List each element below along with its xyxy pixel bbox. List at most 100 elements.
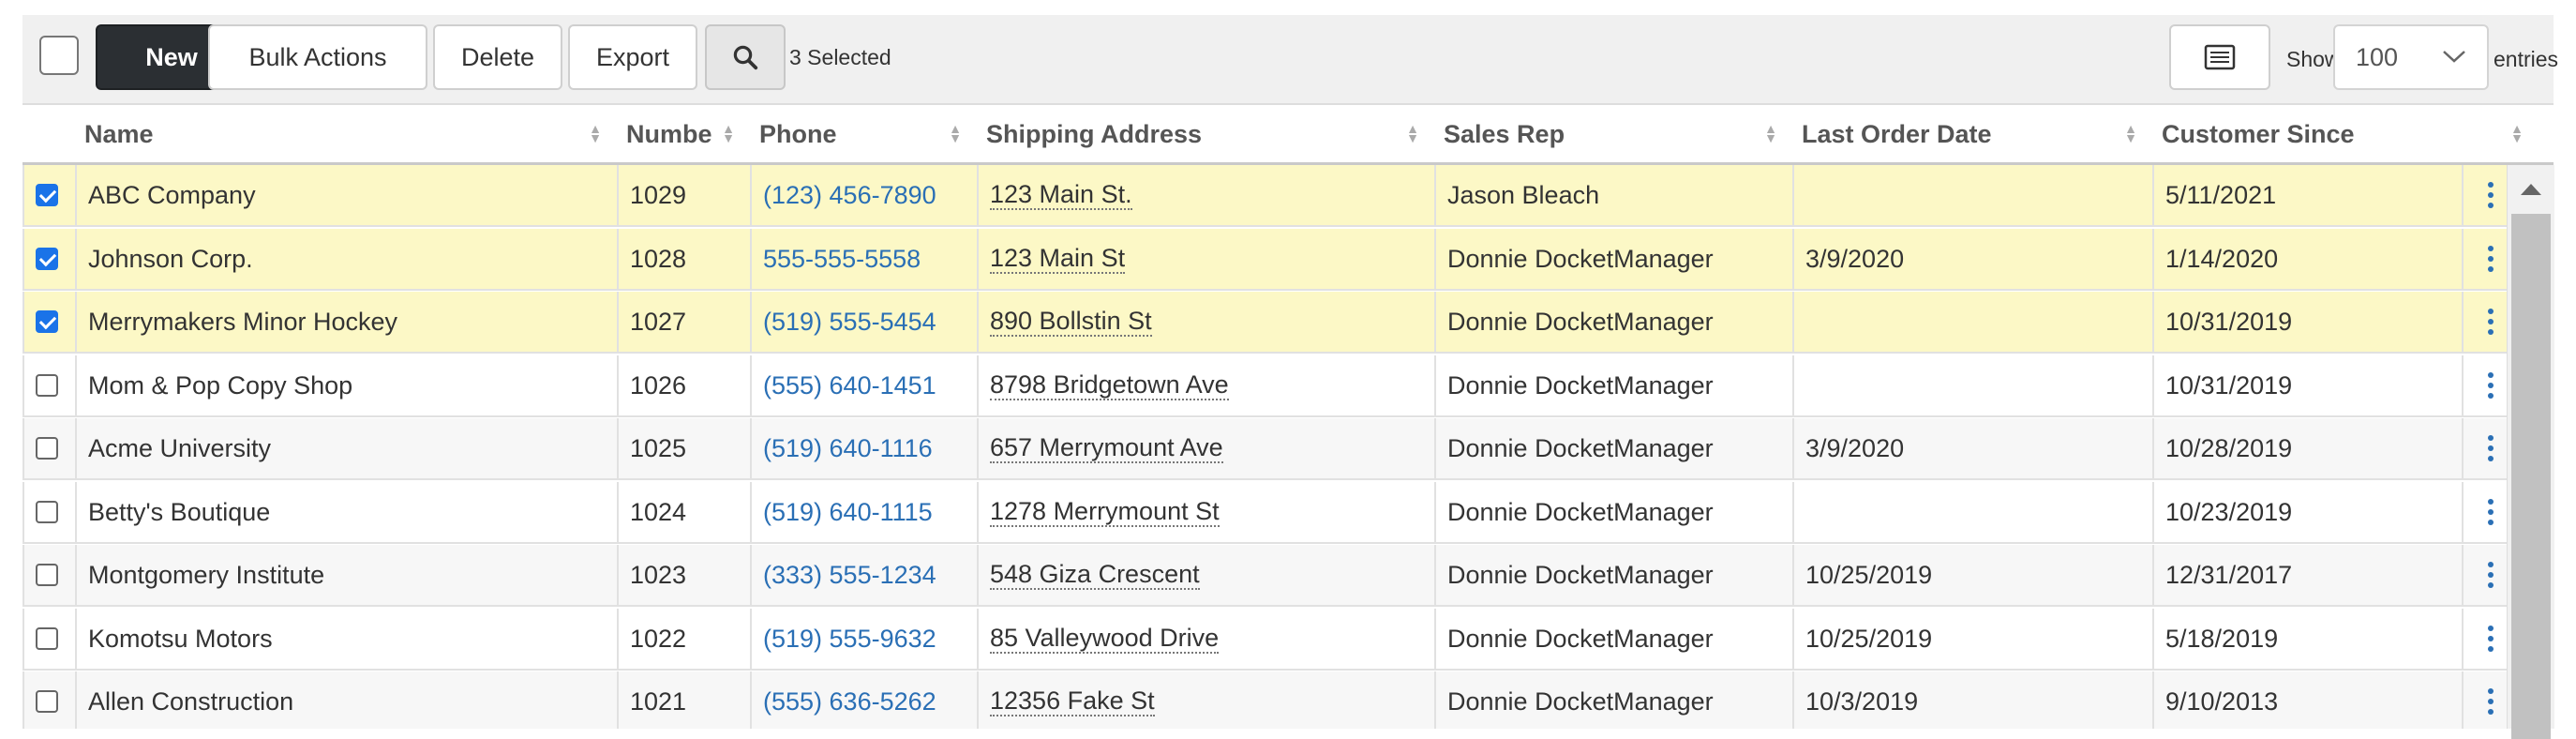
- cell-last: 10/3/2019: [1805, 686, 1919, 716]
- row-checkbox[interactable]: [36, 184, 58, 206]
- shipping-address-link[interactable]: 548 Giza Crescent: [990, 560, 1200, 590]
- phone-link[interactable]: (333) 555-1234: [763, 561, 936, 590]
- phone-link[interactable]: (519) 555-5454: [763, 308, 936, 337]
- cell-since: 10/23/2019: [2152, 482, 2507, 542]
- cell-phone: (555) 640-1451: [750, 355, 977, 415]
- row-checkbox[interactable]: [36, 437, 58, 460]
- phone-link[interactable]: (519) 640-1115: [763, 498, 933, 527]
- phone-link[interactable]: (555) 640-1451: [763, 371, 936, 400]
- phone-link[interactable]: 555-555-5558: [763, 245, 921, 274]
- cell-since: 12/31/2017: [2165, 560, 2293, 589]
- cell-address: 548 Giza Crescent: [977, 545, 1434, 605]
- table-row[interactable]: Betty's Boutique 1024 (519) 640-1115 1278 M…: [22, 482, 2507, 544]
- row-checkbox[interactable]: [36, 248, 58, 270]
- kebab-menu-icon[interactable]: [2488, 309, 2494, 335]
- cell-number: 1026: [617, 355, 750, 415]
- sort-icon: ▲ ▼: [589, 121, 602, 145]
- kebab-menu-icon[interactable]: [2488, 372, 2494, 399]
- table-row[interactable]: Allen Construction 1021 (555) 636-5262 1235…: [22, 671, 2507, 729]
- column-header-sales-rep[interactable]: Sales Rep ▲ ▼: [1432, 105, 1790, 163]
- cell-last: 10/25/2019: [1792, 545, 2152, 605]
- cell-name: Mom & Pop Copy Shop: [75, 355, 617, 415]
- delete-button[interactable]: Delete: [433, 24, 562, 90]
- shipping-address-link[interactable]: 1278 Merrymount St: [990, 497, 1220, 527]
- row-checkbox-cell: [24, 482, 75, 542]
- shipping-address-link[interactable]: 123 Main St.: [990, 180, 1132, 210]
- select-all-checkbox[interactable]: [39, 36, 79, 75]
- cell-since: 5/18/2019: [2152, 609, 2507, 669]
- table-row[interactable]: Acme University 1025 (519) 640-1116 657 Mer…: [22, 418, 2507, 480]
- row-checkbox-cell: [24, 609, 75, 669]
- cell-since: 1/14/2020: [2165, 244, 2279, 273]
- table-row[interactable]: Mom & Pop Copy Shop 1026 (555) 640-1451 879…: [22, 355, 2507, 417]
- row-checkbox[interactable]: [36, 690, 58, 713]
- row-checkbox[interactable]: [36, 310, 58, 333]
- kebab-menu-icon[interactable]: [2488, 435, 2494, 461]
- row-checkbox[interactable]: [36, 564, 58, 586]
- row-checkbox[interactable]: [36, 627, 58, 650]
- shipping-address-link[interactable]: 890 Bollstin St: [990, 307, 1152, 337]
- entries-value: 100: [2356, 42, 2399, 71]
- cell-name: Allen Construction: [88, 686, 294, 716]
- cell-phone: (123) 456-7890: [750, 165, 977, 225]
- vertical-scrollbar[interactable]: [2507, 165, 2554, 739]
- cell-number: 1022: [617, 609, 750, 669]
- kebab-menu-icon[interactable]: [2488, 246, 2494, 272]
- shipping-address-link[interactable]: 657 Merrymount Ave: [990, 433, 1223, 463]
- table-row[interactable]: Johnson Corp. 1028 555-555-5558 123 Main St…: [22, 229, 2507, 291]
- bulk-actions-button[interactable]: Bulk Actions: [208, 24, 427, 90]
- cell-rep: Donnie DocketManager: [1447, 307, 1714, 336]
- kebab-menu-icon[interactable]: [2488, 626, 2494, 652]
- cell-phone: 555-555-5558: [750, 229, 977, 289]
- row-checkbox[interactable]: [36, 374, 58, 397]
- cell-since: 5/11/2021: [2152, 165, 2507, 225]
- shipping-address-link[interactable]: 85 Valleywood Drive: [990, 624, 1220, 654]
- row-checkbox-cell: [24, 671, 75, 729]
- kebab-menu-icon[interactable]: [2488, 499, 2494, 525]
- table-row[interactable]: Komotsu Motors 1022 (519) 555-9632 85 Valle…: [22, 609, 2507, 671]
- cell-number: 1023: [630, 560, 687, 589]
- cell-last: 3/9/2020: [1805, 433, 1905, 462]
- column-header-number[interactable]: Numbe ▲ ▼: [615, 105, 748, 163]
- row-menu-cell: [2462, 229, 2507, 289]
- column-header-customer-since[interactable]: Customer Since ▲ ▼: [2150, 105, 2537, 163]
- table-row[interactable]: Montgomery Institute 1023 (333) 555-1234 54…: [22, 545, 2507, 607]
- cell-last: [1792, 482, 2152, 542]
- column-header-shipping-address[interactable]: Shipping Address ▲ ▼: [975, 105, 1432, 163]
- export-button[interactable]: Export: [568, 24, 697, 90]
- phone-link[interactable]: (123) 456-7890: [763, 181, 936, 210]
- table-row[interactable]: Merrymakers Minor Hockey 1027 (519) 555-54…: [22, 292, 2507, 354]
- column-header-name-label: Name: [84, 119, 154, 148]
- cell-since: 10/31/2019: [2152, 292, 2507, 352]
- column-visibility-button[interactable]: [2169, 24, 2270, 90]
- scroll-up-arrow-icon[interactable]: [2521, 184, 2541, 195]
- row-checkbox[interactable]: [36, 501, 58, 523]
- list-columns-icon: [2204, 44, 2236, 70]
- row-checkbox-cell: [24, 418, 75, 478]
- cell-number: 1021: [617, 671, 750, 729]
- cell-address: 890 Bollstin St: [977, 292, 1434, 352]
- cell-phone: (519) 555-5454: [750, 292, 977, 352]
- cell-last: 3/9/2020: [1805, 244, 1905, 273]
- phone-link[interactable]: (555) 636-5262: [763, 687, 936, 716]
- kebab-menu-icon[interactable]: [2488, 562, 2494, 588]
- cell-since: 10/31/2019: [2165, 370, 2293, 400]
- shipping-address-link[interactable]: 8798 Bridgetown Ave: [990, 370, 1229, 400]
- cell-name: Merrymakers Minor Hockey: [75, 292, 617, 352]
- phone-link[interactable]: (519) 640-1116: [763, 434, 933, 463]
- row-checkbox-cell: [24, 229, 75, 289]
- row-checkbox-cell: [24, 165, 75, 225]
- kebab-menu-icon[interactable]: [2488, 688, 2494, 715]
- kebab-menu-icon[interactable]: [2488, 182, 2494, 208]
- column-header-phone[interactable]: Phone ▲ ▼: [748, 105, 975, 163]
- column-header-name[interactable]: Name ▲ ▼: [73, 105, 615, 163]
- scrollbar-thumb[interactable]: [2511, 214, 2551, 739]
- phone-link[interactable]: (519) 555-9632: [763, 625, 936, 654]
- column-header-last-order-date[interactable]: Last Order Date ▲ ▼: [1790, 105, 2150, 163]
- shipping-address-link[interactable]: 123 Main St: [990, 244, 1126, 274]
- shipping-address-link[interactable]: 12356 Fake St: [990, 686, 1155, 716]
- entries-per-page-select[interactable]: 100: [2333, 24, 2489, 90]
- cell-rep: Jason Bleach: [1447, 180, 1600, 209]
- table-row[interactable]: ABC Company 1029 (123) 456-7890 123 Main St…: [22, 165, 2507, 227]
- search-button[interactable]: [705, 24, 786, 90]
